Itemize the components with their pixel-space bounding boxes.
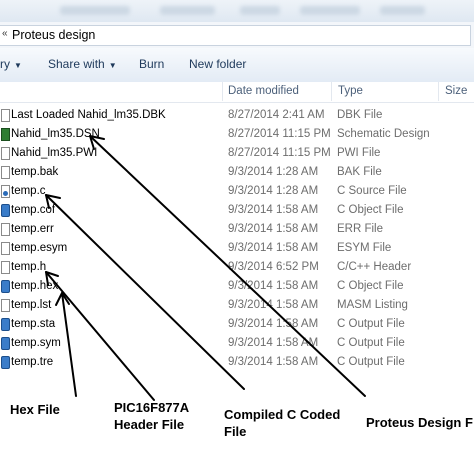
annotation-header-line2: Header File <box>114 417 185 432</box>
annotation-header-line1: PIC16F877A <box>114 400 190 415</box>
annotation-compiled-line1: Compiled C Coded <box>224 407 341 422</box>
annotation-header-file: PIC16F877A Header File <box>114 399 189 433</box>
arrow-to-header <box>45 271 155 401</box>
arrow-to-hex <box>61 292 77 397</box>
annotation-compiled-file: Compiled C Coded File <box>224 406 340 440</box>
arrow-to-c-file <box>45 194 245 390</box>
annotation-hex-file: Hex File <box>10 402 60 417</box>
annotation-proteus-design: Proteus Design F <box>366 415 473 430</box>
annotation-arrows <box>45 135 366 401</box>
annotation-compiled-line2: File <box>224 424 247 439</box>
arrow-to-dsn <box>89 135 366 397</box>
